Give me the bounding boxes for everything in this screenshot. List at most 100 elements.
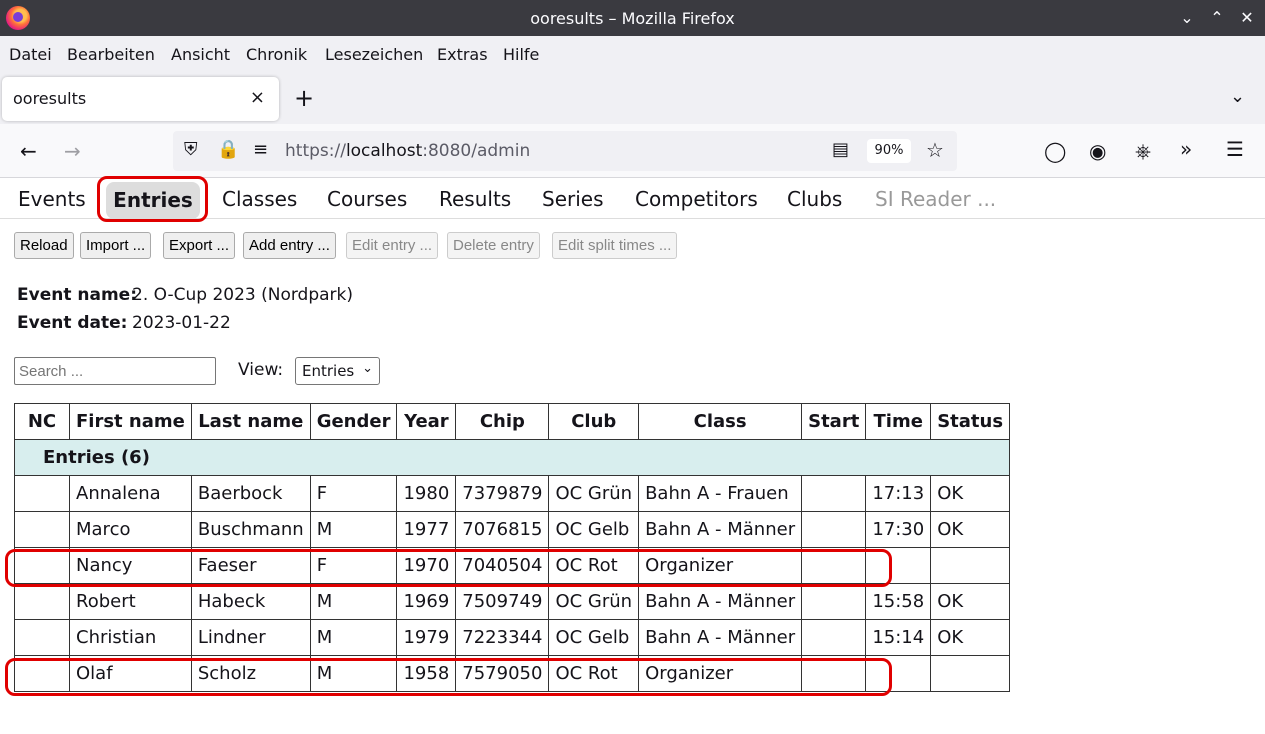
table-row[interactable]: Marco Buschmann M 1977 7076815 OC Gelb Bahn A … — [14, 511, 1011, 548]
tab-results[interactable]: Results — [439, 187, 511, 211]
col-start[interactable]: Start — [801, 403, 867, 440]
cell-first-name: Annalena — [69, 475, 192, 512]
lock-icon[interactable]: 🔒 — [217, 139, 239, 160]
view-label: View: — [238, 360, 284, 380]
group-label: Entries (6) — [13, 439, 1011, 476]
close-window-icon[interactable]: ✕ — [1235, 6, 1259, 30]
menu-datei[interactable]: Datei — [9, 45, 52, 64]
cell-gender: F — [309, 547, 398, 584]
table-row[interactable]: Olaf Scholz M 1958 7579050 OC Rot Organizer — [14, 655, 1011, 692]
group-row[interactable]: Entries (6) — [13, 439, 1011, 476]
col-class[interactable]: Class — [638, 403, 803, 440]
bookmark-star-icon[interactable]: ☆ — [926, 138, 944, 162]
close-tab-icon[interactable]: × — [250, 87, 265, 108]
tab-clubs[interactable]: Clubs — [787, 187, 842, 211]
menu-hilfe[interactable]: Hilfe — [503, 45, 539, 64]
back-icon[interactable]: ← — [20, 139, 37, 163]
url-bar[interactable]: ⛨ 🔒 ≡ https://localhost:8080/admin ▤ 90%… — [173, 131, 957, 171]
cell-first-name: Robert — [69, 583, 192, 620]
url-text[interactable]: https://localhost:8080/admin — [285, 141, 530, 161]
cell-gender: M — [309, 619, 398, 656]
col-last-name[interactable]: Last name — [190, 403, 311, 440]
table-row[interactable]: Annalena Baerbock F 1980 7379879 OC Grün Bahn … — [14, 475, 1011, 512]
cell-club: OC Grün — [548, 475, 640, 512]
tab-courses[interactable]: Courses — [327, 187, 407, 211]
cell-time — [865, 655, 932, 692]
browser-tab[interactable]: ooresults × — [2, 77, 279, 121]
view-select[interactable]: Entries ⌄ — [295, 357, 380, 385]
col-first-name[interactable]: First name — [69, 403, 192, 440]
cell-club: OC Rot — [548, 655, 640, 692]
table-row[interactable]: Christian Lindner M 1979 7223344 OC Gelb Bahn … — [14, 619, 1011, 656]
reload-button[interactable]: Reload — [14, 232, 74, 259]
page-content: Events Entries Classes Courses Results S… — [0, 176, 1265, 734]
menu-chronik[interactable]: Chronik — [246, 45, 307, 64]
col-club[interactable]: Club — [548, 403, 640, 440]
cell-first-name: Marco — [69, 511, 192, 548]
add-entry-button[interactable]: Add entry ... — [243, 232, 336, 259]
edit-split-times-button[interactable]: Edit split times ... — [552, 232, 678, 259]
cell-gender: M — [309, 511, 398, 548]
zoom-level[interactable]: 90% — [867, 139, 911, 163]
cell-status: OK — [930, 511, 1011, 548]
import-button[interactable]: Import ... — [80, 232, 152, 259]
account-icon[interactable]: ◉ — [1089, 139, 1106, 163]
view-selected-value: Entries — [302, 362, 355, 380]
cell-last-name: Buschmann — [190, 511, 311, 548]
menu-ansicht[interactable]: Ansicht — [171, 45, 230, 64]
col-year[interactable]: Year — [396, 403, 457, 440]
forward-icon[interactable]: → — [64, 139, 81, 163]
menu-bearbeiten[interactable]: Bearbeiten — [67, 45, 155, 64]
menu-lesezeichen[interactable]: Lesezeichen — [325, 45, 423, 64]
cell-chip: 7509749 — [455, 583, 550, 620]
cell-nc — [14, 655, 70, 692]
cell-start — [801, 619, 867, 656]
cell-start — [801, 547, 867, 584]
col-nc[interactable]: NC — [14, 403, 70, 440]
pocket-icon[interactable]: ◯ — [1044, 139, 1066, 163]
cell-time: 15:14 — [865, 619, 932, 656]
cell-status — [930, 547, 1011, 584]
extensions-icon[interactable]: ⎈ — [1135, 139, 1151, 163]
shield-icon[interactable]: ⛨ — [184, 139, 198, 160]
cell-status: OK — [930, 583, 1011, 620]
hamburger-menu-icon[interactable]: ☰ — [1226, 137, 1244, 161]
cell-year: 1980 — [396, 475, 457, 512]
tab-competitors[interactable]: Competitors — [635, 187, 758, 211]
tab-events[interactable]: Events — [18, 187, 86, 211]
minimize-icon[interactable]: ⌄ — [1175, 6, 1199, 30]
event-date-value: 2023-01-22 — [132, 313, 231, 333]
reader-view-icon[interactable]: ▤ — [832, 139, 849, 160]
search-input[interactable] — [14, 357, 216, 385]
tab-classes[interactable]: Classes — [222, 187, 297, 211]
site-permissions-icon[interactable]: ≡ — [253, 139, 268, 160]
export-button[interactable]: Export ... — [163, 232, 236, 259]
tab-si-reader[interactable]: SI Reader ... — [875, 187, 996, 211]
cell-chip: 7579050 — [455, 655, 550, 692]
cell-club: OC Grün — [548, 583, 640, 620]
cell-start — [801, 475, 867, 512]
menu-extras[interactable]: Extras — [437, 45, 488, 64]
maximize-icon[interactable]: ⌃ — [1205, 6, 1229, 30]
cell-class: Bahn A - Männer — [638, 619, 803, 656]
table-row[interactable]: Robert Habeck M 1969 7509749 OC Grün Bahn A - … — [14, 583, 1011, 620]
cell-first-name: Olaf — [69, 655, 192, 692]
table-row[interactable]: Nancy Faeser F 1970 7040504 OC Rot Organizer — [14, 547, 1011, 584]
tab-entries[interactable]: Entries — [106, 182, 200, 219]
cell-class: Bahn A - Männer — [638, 511, 803, 548]
edit-entry-button[interactable]: Edit entry ... — [346, 232, 439, 259]
col-chip[interactable]: Chip — [455, 403, 550, 440]
col-gender[interactable]: Gender — [309, 403, 398, 440]
cell-status: OK — [930, 619, 1011, 656]
col-time[interactable]: Time — [865, 403, 932, 440]
new-tab-icon[interactable]: + — [294, 84, 314, 112]
cell-class: Organizer — [638, 655, 803, 692]
cell-time: 15:58 — [865, 583, 932, 620]
delete-entry-button[interactable]: Delete entry — [447, 232, 540, 259]
list-tabs-chevron-icon[interactable]: ⌄ — [1230, 86, 1245, 107]
cell-last-name: Habeck — [190, 583, 311, 620]
cell-nc — [14, 583, 70, 620]
overflow-menu-icon[interactable]: » — [1180, 137, 1192, 161]
col-status[interactable]: Status — [930, 403, 1011, 440]
tab-series[interactable]: Series — [542, 187, 604, 211]
